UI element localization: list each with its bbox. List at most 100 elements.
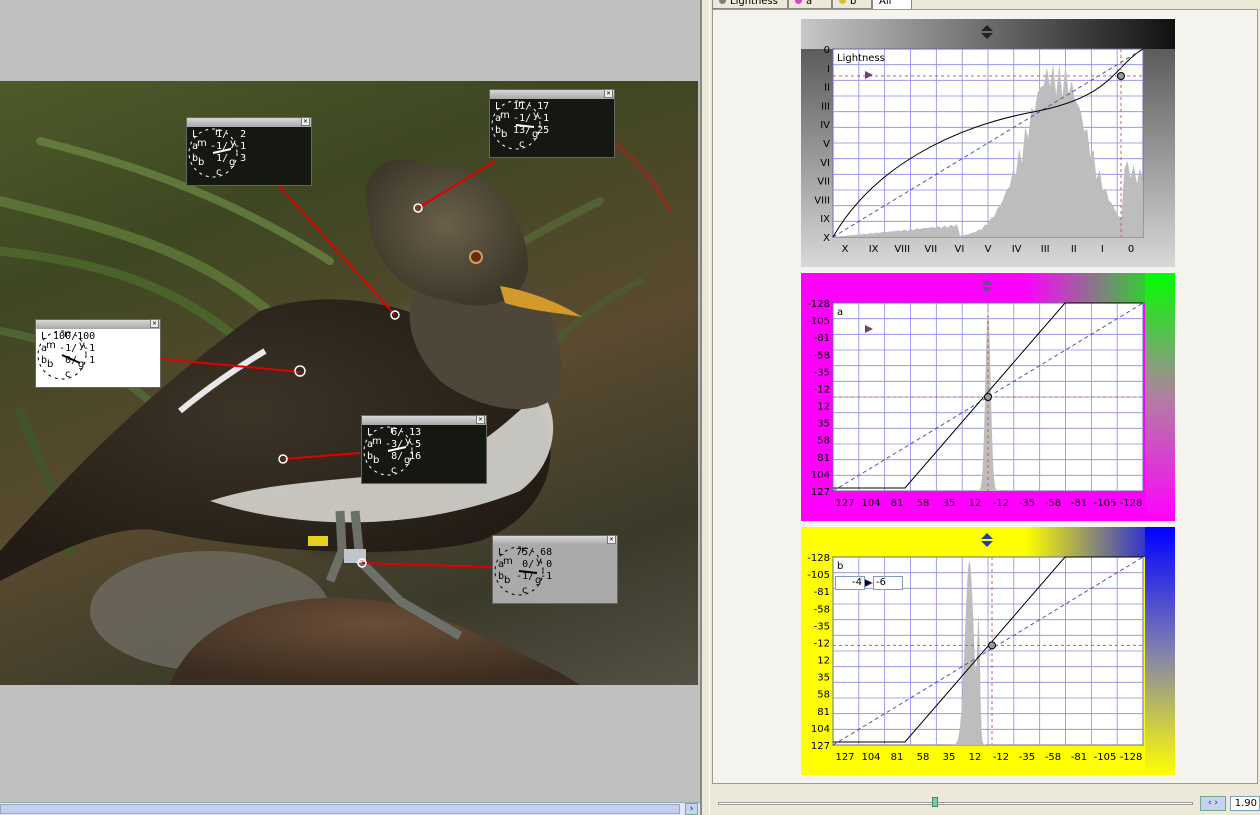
y-tick-label: -81 [814,587,830,598]
tab-all[interactable]: All [872,0,912,9]
zoom-bar: ‹ › 1.90 [710,792,1260,815]
tab-strip: Lightness a b All [710,0,1260,9]
x-tick-label: 81 [891,752,904,763]
hue-dial-icon: mrygc b [37,329,87,380]
y-tick-label: 35 [817,419,830,430]
horizontal-scrollbar[interactable]: › [0,802,700,815]
channel-dot-icon [795,0,802,4]
svg-text:b: b [198,157,204,168]
svg-text:g: g [532,129,538,140]
color-sampler-2[interactable]: ✕ L 11/ 17 a -1/ -1 b 13/ 25 m r y g c b [489,89,615,158]
y-tick-label: -58 [814,604,830,615]
svg-text:y: y [79,340,85,351]
duck-head [365,159,529,306]
sampler-titlebar[interactable]: ✕ [187,117,311,127]
duck-eye [469,250,483,264]
b-curve-svg[interactable]: b-128-105-81-58-35-1212355881104127127 10… [801,527,1175,775]
color-sampler-4[interactable]: ✕ L 6/ 13 a -3/ -5 b 8/ 16 m r y g c b [361,415,487,484]
zoom-value[interactable]: 1.90 [1230,796,1260,811]
leg-band [344,549,366,563]
pane-divider[interactable] [700,0,710,815]
curve-point[interactable] [1117,72,1125,80]
y-tick-label: VII [817,177,830,188]
color-sampler-1[interactable]: ✕ L 1/ 2a -1/ -1 b 1/ 3mrygcb [186,117,312,186]
curve-point[interactable] [984,393,992,401]
tab-b[interactable]: b [832,0,872,9]
scroll-thumb[interactable] [0,804,680,814]
b-channel-curve-panel[interactable]: b -128 -105 -81 -58 -35 -12 12 35 58 81 104 127 127 10… [801,527,1175,775]
zoom-stepper[interactable]: ‹ › [1200,796,1226,811]
x-tick-label: 35 [943,498,956,509]
lightness-curve-svg[interactable]: Lightness0IIIIIIIVVVIVIIVIIIIXXX IX VIII VI… [801,19,1175,267]
tab-label: a [806,0,813,7]
hue-dial-icon: mrygc b [491,99,541,150]
tab-label: b [850,0,857,7]
svg-text:m: m [500,110,510,121]
color-sampler-3[interactable]: ✕ L 100/100 a -1/ -1 b 0/ 1mrygcb [35,319,161,388]
svg-text:g: g [78,359,84,370]
x-tick-label: -35 [1019,498,1035,509]
sampler-titlebar[interactable]: ✕ [362,415,486,425]
leg-band-yellow [308,536,328,546]
y-tick-label: 127 [811,487,830,498]
y-tick-label: IX [820,214,830,225]
y-tick-label: III [821,101,830,112]
svg-text:b: b [47,359,53,370]
channel-dot-icon [719,0,726,4]
tab-label: Lightness [730,0,778,7]
close-icon[interactable]: ✕ [301,117,310,126]
color-sampler-5[interactable]: ✕ L 75/ 68 a 0/ 0b -1/ -1 m r y g c b [492,535,618,604]
y-tick-label: 58 [817,690,830,701]
close-icon[interactable]: ✕ [607,535,616,544]
x-tick-label: 104 [861,498,880,509]
sampler-titlebar[interactable]: ✕ [493,535,617,545]
svg-text:g: g [404,455,410,466]
tab-a[interactable]: a [788,0,832,9]
y-tick-label: 127 [811,741,830,752]
x-tick-label: 35 [943,752,956,763]
svg-text:c: c [522,585,528,596]
x-tick-label: III [1041,244,1050,255]
a-channel-curve-panel[interactable]: a -128 -105 -81 -58 -35 -12 12 35 58 81 104 127 127 10… [801,273,1175,521]
x-tick-label: 0 [1128,244,1134,255]
zoom-slider-thumb[interactable] [932,797,938,807]
hue-dial-icon: mrygc b [363,425,413,476]
svg-text:m: m [503,556,513,567]
y-tick-label: VIII [814,195,830,206]
x-tick-label: IX [869,244,879,255]
photo-canvas[interactable]: ✕ L 1/ 2a -1/ -1 b 1/ 3 m r y g c b ✕ L 11/ 17 a -1… [0,81,698,685]
x-tick-label: -12 [993,752,1009,763]
y-tick-label: 35 [817,673,830,684]
x-tick-label: -81 [1071,752,1087,763]
svg-text:b: b [501,129,507,140]
sampler-titlebar[interactable]: ✕ [36,319,160,329]
close-icon[interactable]: ✕ [604,89,613,98]
x-tick-label: 81 [891,498,904,509]
y-tick-label: -105 [807,316,830,327]
x-tick-label: I [1101,244,1104,255]
curve-point[interactable] [988,641,996,650]
close-icon[interactable]: ✕ [476,415,485,424]
y-tick-label: I [827,64,830,75]
scroll-right-arrow[interactable]: › [685,803,698,815]
svg-text:b: b [373,455,379,466]
y-tick-label: 104 [811,470,830,481]
a-curve-svg[interactable]: a-128-105-81-58-35-1212355881104127127 10… [801,273,1175,521]
x-tick-label: 58 [917,752,930,763]
y-tick-label: -58 [814,350,830,361]
svg-text:r: r [64,329,69,340]
y-tick-label: -81 [814,333,830,344]
sampler-titlebar[interactable]: ✕ [490,89,614,99]
tab-lightness[interactable]: Lightness [712,0,788,9]
output-value-field[interactable]: -6 [873,576,903,590]
close-icon[interactable]: ✕ [150,319,159,328]
x-tick-label: 58 [917,498,930,509]
svg-text:y: y [536,556,542,567]
svg-text:g: g [535,575,541,586]
input-value-field[interactable]: -4 [835,576,865,590]
svg-text:b: b [504,575,510,586]
x-tick-label: IV [1012,244,1022,255]
x-tick-label: -105 [1094,498,1117,509]
lightness-curve-panel[interactable]: Lightness 0 I II III IV V VI VII VIII IX X X IX VIII VI… [801,19,1175,267]
zoom-slider-track[interactable] [718,802,1193,805]
